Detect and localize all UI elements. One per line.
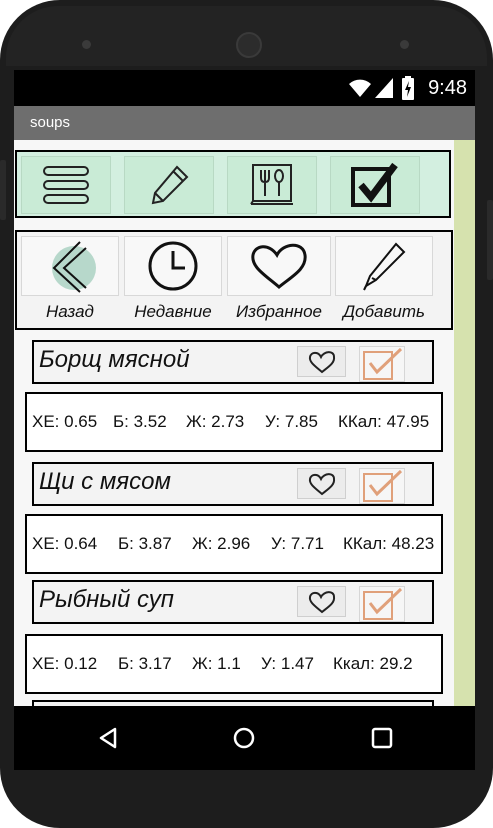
system-nav-bar — [14, 706, 475, 770]
pen-icon — [363, 242, 406, 291]
favorites-label: Избранное — [236, 302, 322, 321]
nutrition-row: ХЕ: 0.64 Б: 3.87 Ж: 2.96 У: 7.71 ККал: 4… — [25, 514, 443, 574]
clock-icon — [148, 241, 198, 291]
sensor-icon — [400, 40, 409, 49]
protein: Б: 3.17 — [118, 654, 172, 673]
menu-button[interactable] — [21, 156, 111, 214]
soup-item-header[interactable]: Рыбный суп — [32, 580, 434, 624]
heart-outline-icon — [308, 590, 335, 613]
fat: Ж: 2.73 — [186, 412, 245, 431]
camera-icon — [236, 32, 262, 58]
phone-frame: 9:48 soups Назад Недавние Избранное Доба… — [0, 0, 493, 828]
checkbox-icon — [363, 469, 403, 502]
carbs: У: 7.85 — [265, 412, 318, 431]
heart-outline-icon — [308, 350, 335, 373]
heart-outline-icon — [308, 472, 335, 495]
bread-units: ХЕ: 0.64 — [32, 534, 98, 553]
fat: Ж: 1.1 — [192, 654, 241, 673]
carbs: У: 7.71 — [271, 534, 324, 553]
navigation-bar: Назад Недавние Избранное Добавить — [15, 230, 453, 330]
checkbox-icon — [363, 587, 403, 620]
checkbox-icon — [351, 162, 398, 207]
soup-name: Щи с мясом — [39, 468, 171, 495]
protein: Б: 3.52 — [113, 412, 167, 431]
done-button[interactable] — [330, 156, 420, 214]
app-title: soups — [30, 114, 71, 131]
calories: ККал: 48.23 — [343, 534, 435, 553]
checkbox-icon — [363, 347, 403, 380]
soup-name: Борщ мясной — [39, 346, 190, 373]
app-title-bar: soups — [14, 106, 475, 140]
back-arrow-icon — [52, 241, 96, 293]
favorite-toggle[interactable] — [297, 346, 346, 377]
protein: Б: 3.87 — [118, 534, 172, 553]
system-back-button[interactable] — [92, 722, 124, 754]
back-button[interactable] — [21, 236, 119, 296]
nutrition-row: ХЕ: 0.65 Б: 3.52 Ж: 2.73 У: 7.85 ККал: 4… — [25, 392, 443, 452]
calories: ККал: 47.95 — [338, 412, 430, 431]
content-area: Назад Недавние Избранное Добавить Борщ м… — [14, 140, 475, 706]
volume-button — [0, 160, 6, 220]
battery-icon — [402, 76, 414, 100]
edit-button[interactable] — [124, 156, 214, 214]
recipe-book-icon — [250, 164, 293, 205]
triangle-back-icon — [99, 727, 117, 749]
system-recents-button[interactable] — [366, 722, 398, 754]
status-bar: 9:48 — [14, 70, 475, 106]
wifi-icon — [349, 79, 371, 97]
signal-icon — [375, 78, 393, 98]
nutrition-row: ХЕ: 0.12 Б: 3.17 Ж: 1.1 У: 1.47 Ккал: 29… — [25, 634, 443, 694]
screen: 9:48 soups Назад Недавние Избранное Доба… — [14, 70, 475, 770]
favorites-button[interactable] — [227, 236, 331, 296]
back-label: Назад — [46, 302, 94, 321]
menu-icon — [43, 166, 89, 204]
soup-name: Рыбный суп — [39, 586, 174, 613]
system-home-button[interactable] — [228, 722, 260, 754]
bread-units: ХЕ: 0.65 — [32, 412, 98, 431]
bread-units: ХЕ: 0.12 — [32, 654, 98, 673]
favorite-toggle[interactable] — [297, 586, 346, 617]
square-recents-icon — [371, 727, 393, 749]
recent-label: Недавние — [134, 302, 212, 321]
circle-home-icon — [233, 727, 255, 749]
status-time: 9:48 — [428, 77, 467, 99]
soup-item-header[interactable]: Щи с мясом — [32, 462, 434, 506]
favorite-toggle[interactable] — [297, 468, 346, 499]
power-button — [487, 200, 493, 280]
recipes-button[interactable] — [227, 156, 317, 214]
add-button[interactable] — [335, 236, 433, 296]
select-checkbox[interactable] — [359, 346, 405, 382]
pencil-icon — [151, 165, 189, 205]
recent-button[interactable] — [124, 236, 222, 296]
carbs: У: 1.47 — [261, 654, 314, 673]
top-toolbar — [15, 150, 451, 218]
sensor-icon — [82, 40, 91, 49]
soup-item-header[interactable]: Борщ мясной — [32, 340, 434, 384]
heart-icon — [251, 243, 307, 289]
scroll-strip — [454, 140, 475, 706]
fat: Ж: 2.96 — [192, 534, 251, 553]
add-label: Добавить — [343, 302, 425, 321]
select-checkbox[interactable] — [359, 586, 405, 622]
select-checkbox[interactable] — [359, 468, 405, 504]
calories: Ккал: 29.2 — [333, 654, 413, 673]
